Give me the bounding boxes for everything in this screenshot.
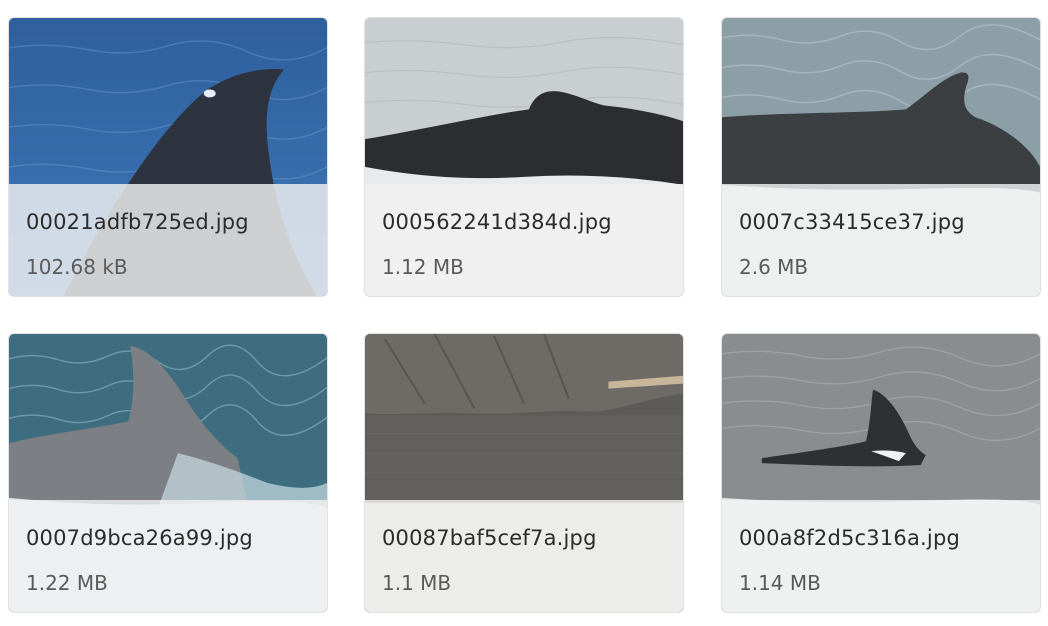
card-caption	[9, 500, 327, 612]
card-caption	[722, 500, 1040, 612]
file-size: 1.1 MB	[382, 571, 452, 595]
file-size: 2.6 MB	[739, 255, 809, 279]
file-name: 00021adfb725ed.jpg	[26, 210, 249, 234]
card-caption	[9, 184, 327, 296]
file-name: 000a8f2d5c316a.jpg	[739, 526, 961, 550]
file-name: 0007c33415ce37.jpg	[739, 210, 965, 234]
gallery-card[interactable]: 0007d9bca26a99.jpg 1.22 MB	[8, 333, 328, 613]
gallery-card[interactable]: 00087baf5cef7a.jpg 1.1 MB	[364, 333, 684, 613]
card-caption	[365, 184, 683, 296]
gallery-card[interactable]: 000a8f2d5c316a.jpg 1.14 MB	[721, 333, 1041, 613]
file-size: 1.14 MB	[739, 571, 821, 595]
card-caption	[722, 184, 1040, 296]
card-caption	[365, 500, 683, 612]
image-gallery: 00021adfb725ed.jpg 102.68 kB 000562241d3…	[0, 0, 1048, 626]
gallery-card[interactable]: 0007c33415ce37.jpg 2.6 MB	[721, 17, 1041, 297]
file-name: 0007d9bca26a99.jpg	[26, 526, 253, 550]
file-size: 1.22 MB	[26, 571, 108, 595]
file-name: 00087baf5cef7a.jpg	[382, 526, 597, 550]
gallery-card[interactable]: 000562241d384d.jpg 1.12 MB	[364, 17, 684, 297]
file-name: 000562241d384d.jpg	[382, 210, 612, 234]
file-size: 102.68 kB	[26, 255, 128, 279]
file-size: 1.12 MB	[382, 255, 464, 279]
gallery-card[interactable]: 00021adfb725ed.jpg 102.68 kB	[8, 17, 328, 297]
